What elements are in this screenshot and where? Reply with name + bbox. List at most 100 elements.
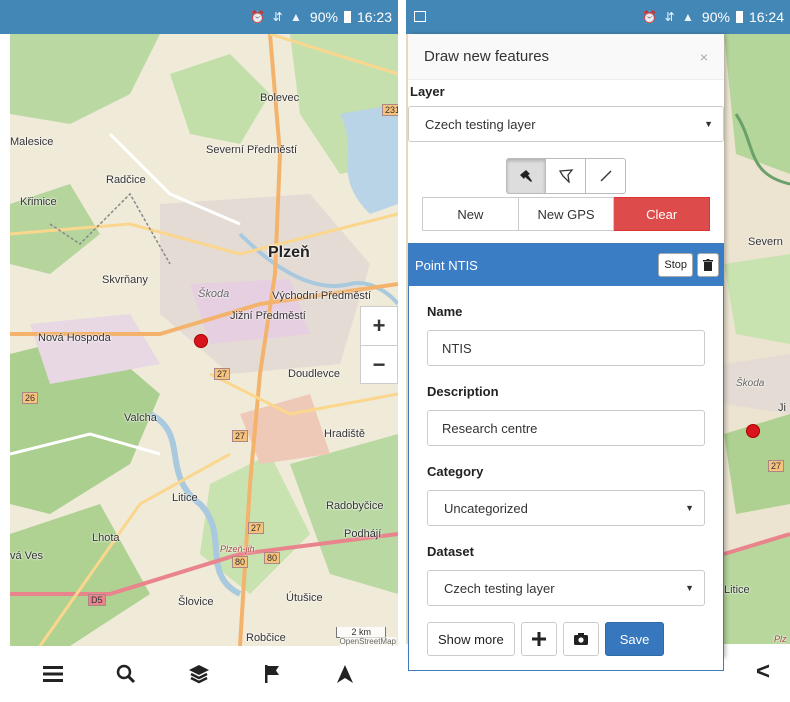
menu-icon[interactable] [33,654,73,694]
clear-button[interactable]: Clear [614,197,711,231]
map-label: Plzeň [268,244,310,261]
map-label: vá Ves [10,550,44,562]
status-bar: ⏰ ⇵ ▲ 90% 16:23 [0,0,398,34]
draw-tools [408,158,724,194]
layers-icon[interactable] [179,654,219,694]
pin-icon [520,170,532,182]
status-icons: ⏰ ⇵ ▲ [642,10,696,24]
polygon-icon [558,169,573,183]
map-label: Bolevec [260,92,300,104]
battery-level: 90% [701,9,730,25]
line-icon [600,170,611,182]
dataset-label: Dataset [427,544,474,559]
back-button[interactable]: < [756,658,770,686]
map-attribution[interactable]: OpenStreetMap [339,637,396,646]
chevron-down-icon: ▼ [685,583,694,593]
map-label: Jižní Předměstí [230,310,306,322]
zoom-in-button[interactable]: + [361,307,397,345]
map-label: Škoda [198,288,230,300]
road-shield: 80 [232,556,249,568]
feature-header: Point NTIS Stop [409,244,723,286]
line-tool-button[interactable] [586,158,626,194]
point-tool-button[interactable] [506,158,546,194]
name-input[interactable]: NTIS [427,330,705,366]
point-marker[interactable] [194,334,208,348]
map-label: Plz [774,634,787,644]
road-shield: 27 [248,522,265,534]
map-label: Škoda [736,378,765,389]
road-shield: 231 [382,104,398,116]
close-icon[interactable]: × [700,49,708,65]
zoom-out-button[interactable]: − [361,345,397,383]
road-shield: 80 [264,552,281,564]
map-label: Litice [724,584,750,596]
road-shield: 26 [22,392,39,404]
map-label: Podhájí [344,528,382,540]
delete-feature-button[interactable] [697,253,719,277]
category-select-value: Uncategorized [444,500,528,516]
search-icon[interactable] [106,654,146,694]
polygon-tool-button[interactable] [546,158,586,194]
map-label: Radobyčice [326,500,384,512]
map-label: Východní Předměstí [272,290,372,302]
add-button[interactable] [520,622,557,656]
battery-level: 90% [309,9,338,25]
description-label: Description [427,384,499,399]
stop-button[interactable]: Stop [658,253,693,277]
left-phone-screen: ⏰ ⇵ ▲ 90% 16:23 Bolevec Malesice Severní… [0,0,398,702]
point-marker[interactable] [746,424,760,438]
panel-title: Draw new features [424,48,550,65]
right-phone-screen: ⏰ ⇵ ▲ 90% 16:24 Severn Škoda Ji 27 Litic… [406,0,790,702]
map-label: Litice [172,492,198,504]
category-select[interactable]: Uncategorized ▼ [427,490,705,526]
map-label: Ji [778,402,786,414]
road-shield: 27 [768,460,785,472]
new-button[interactable]: New [422,197,519,231]
show-more-button[interactable]: Show more [427,622,515,656]
camera-icon [573,633,588,645]
layer-select[interactable]: Czech testing layer ▼ [408,106,724,142]
map-label: Šlovice [178,596,214,608]
map-label: Radčice [106,174,146,186]
map-label: Severní Předměstí [206,144,298,156]
clock: 16:24 [748,9,784,25]
feature-card: Point NTIS Stop Name NTIS Description Re… [408,243,724,671]
dataset-select-value: Czech testing layer [444,580,555,596]
chevron-down-icon: ▼ [704,119,713,129]
category-label: Category [427,464,484,479]
flag-icon[interactable] [252,654,292,694]
road-shield: 27 [232,430,249,442]
bottom-toolbar [0,646,398,702]
zoom-control: + − [360,306,398,384]
draw-actions: New New GPS Clear [422,197,711,231]
status-bar: ⏰ ⇵ ▲ 90% 16:24 [406,0,790,34]
form-actions: Show more Save [427,622,705,656]
layer-label: Layer [410,84,445,99]
new-gps-button[interactable]: New GPS [518,197,615,231]
save-button[interactable]: Save [604,622,665,656]
status-icons: ⏰ ⇵ ▲ [250,10,304,24]
name-label: Name [427,304,463,319]
panel-header: Draw new features × [408,34,724,80]
map-label: Robčice [246,632,286,644]
clock: 16:23 [356,9,392,25]
notification-icon [414,11,426,22]
map-view[interactable]: Bolevec Malesice Severní Předměstí Radči… [10,34,398,646]
description-input[interactable]: Research centre [427,410,705,446]
chevron-down-icon: ▼ [685,503,694,513]
map-label: Nová Hospoda [38,332,111,344]
map-label: Malesice [10,136,54,148]
road-shield: D5 [88,594,106,606]
map-label: Hradiště [324,428,365,440]
photo-button[interactable] [562,622,599,656]
map-label: Lhota [92,532,120,544]
map-label: Severn [748,236,783,248]
feature-title: Point NTIS [415,257,478,273]
trash-icon [703,259,713,271]
navigation-arrow-icon[interactable] [325,654,365,694]
map-label: Doudlevce [288,368,340,380]
dataset-select[interactable]: Czech testing layer ▼ [427,570,705,606]
map-label: Skvrňany [102,274,148,286]
draw-features-panel: Draw new features × Layer Czech testing … [408,34,724,671]
road-shield: 27 [214,368,231,380]
